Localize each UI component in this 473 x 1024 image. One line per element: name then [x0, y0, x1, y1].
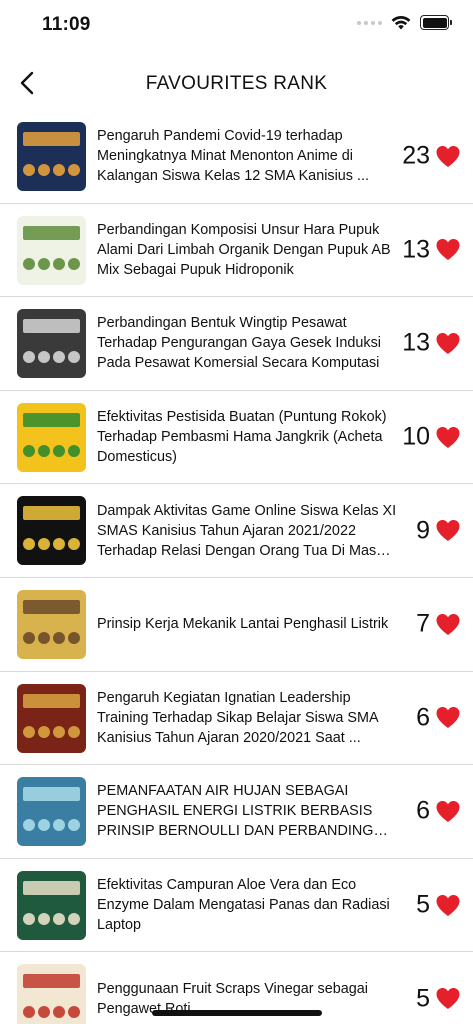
favourite-count-group: 5 [416, 891, 461, 920]
heart-icon[interactable] [435, 706, 461, 730]
favourite-count-group: 6 [416, 797, 461, 826]
home-indicator[interactable] [152, 1010, 322, 1016]
favourite-count-group: 7 [416, 610, 461, 639]
project-title: Pengaruh Pandemi Covid-19 terhadap Menin… [97, 128, 369, 185]
project-title: PEMANFAATAN AIR HUJAN SEBAGAI PENGHASIL … [97, 783, 394, 840]
project-title: Efektivitas Campuran Aloe Vera dan Eco E… [97, 877, 390, 934]
heart-icon[interactable] [435, 331, 461, 355]
status-bar: 11:09 [0, 0, 473, 52]
rank-list-item[interactable]: Perbandingan Komposisi Unsur Hara Pupuk … [0, 204, 473, 298]
favourite-count: 5 [416, 890, 430, 919]
favourite-count: 13 [402, 235, 430, 264]
favourite-count: 9 [416, 516, 430, 545]
nav-bar: FAVOURITES RANK [0, 58, 473, 110]
heart-icon[interactable] [435, 799, 461, 823]
heart-icon[interactable] [435, 612, 461, 636]
project-thumbnail [17, 589, 86, 659]
project-thumbnail [17, 870, 86, 940]
project-thumbnail [17, 122, 86, 191]
status-time: 11:09 [42, 14, 91, 35]
rank-list-item[interactable]: Prinsip Kerja Mekanik Lantai Penghasil L… [0, 578, 473, 672]
rank-list-item[interactable]: Efektivitas Campuran Aloe Vera dan Eco E… [0, 859, 473, 953]
project-thumbnail [17, 309, 86, 379]
favourites-rank-list: Pengaruh Pandemi Covid-19 terhadap Menin… [0, 110, 473, 1024]
project-thumbnail [17, 496, 86, 566]
rank-list-item[interactable]: PEMANFAATAN AIR HUJAN SEBAGAI PENGHASIL … [0, 765, 473, 859]
project-thumbnail [17, 215, 86, 285]
rank-list-item[interactable]: Pengaruh Kegiatan Ignatian Leadership Tr… [0, 672, 473, 766]
heart-icon[interactable] [435, 425, 461, 449]
heart-icon[interactable] [435, 238, 461, 262]
favourite-count: 13 [402, 328, 430, 357]
heart-icon[interactable] [435, 144, 461, 168]
favourite-count-group: 10 [402, 423, 461, 452]
project-title: Perbandingan Komposisi Unsur Hara Pupuk … [97, 221, 391, 278]
status-icons [357, 15, 452, 30]
favourite-count: 7 [416, 609, 430, 638]
favourite-count-group: 13 [402, 329, 461, 358]
rank-list-item[interactable]: Pengaruh Pandemi Covid-19 terhadap Menin… [0, 110, 473, 204]
project-title: Pengaruh Kegiatan Ignatian Leadership Tr… [97, 689, 378, 746]
project-title: Perbandingan Bentuk Wingtip Pesawat Terh… [97, 315, 382, 372]
rank-list-item[interactable]: Perbandingan Bentuk Wingtip Pesawat Terh… [0, 297, 473, 391]
project-title: Dampak Aktivitas Game Online Siswa Kelas… [97, 502, 397, 559]
project-thumbnail [17, 683, 86, 753]
favourite-count: 5 [416, 984, 430, 1013]
page-title: FAVOURITES RANK [145, 73, 328, 94]
project-thumbnail [17, 777, 86, 847]
project-title: Efektivitas Pestisida Buatan (Puntung Ro… [97, 409, 387, 466]
project-thumbnail [17, 964, 86, 1024]
heart-icon[interactable] [435, 987, 461, 1011]
favourite-count: 6 [416, 796, 430, 825]
rank-list-item[interactable]: Dampak Aktivitas Game Online Siswa Kelas… [0, 484, 473, 578]
cellular-signal-icon [357, 20, 382, 25]
heart-icon[interactable] [435, 519, 461, 543]
project-thumbnail [17, 402, 86, 472]
favourite-count-group: 13 [402, 235, 461, 264]
heart-icon[interactable] [435, 893, 461, 917]
project-title: Prinsip Kerja Mekanik Lantai Penghasil L… [97, 616, 389, 633]
favourite-count-group: 6 [416, 703, 461, 732]
favourite-count-group: 5 [416, 984, 461, 1013]
favourite-count-group: 23 [402, 142, 461, 171]
favourite-count: 23 [402, 141, 430, 170]
favourite-count: 6 [416, 703, 430, 732]
rank-list-item[interactable]: Efektivitas Pestisida Buatan (Puntung Ro… [0, 391, 473, 485]
wifi-icon [391, 15, 411, 30]
battery-icon [420, 15, 452, 30]
favourite-count-group: 9 [416, 516, 461, 545]
favourite-count: 10 [402, 422, 430, 451]
